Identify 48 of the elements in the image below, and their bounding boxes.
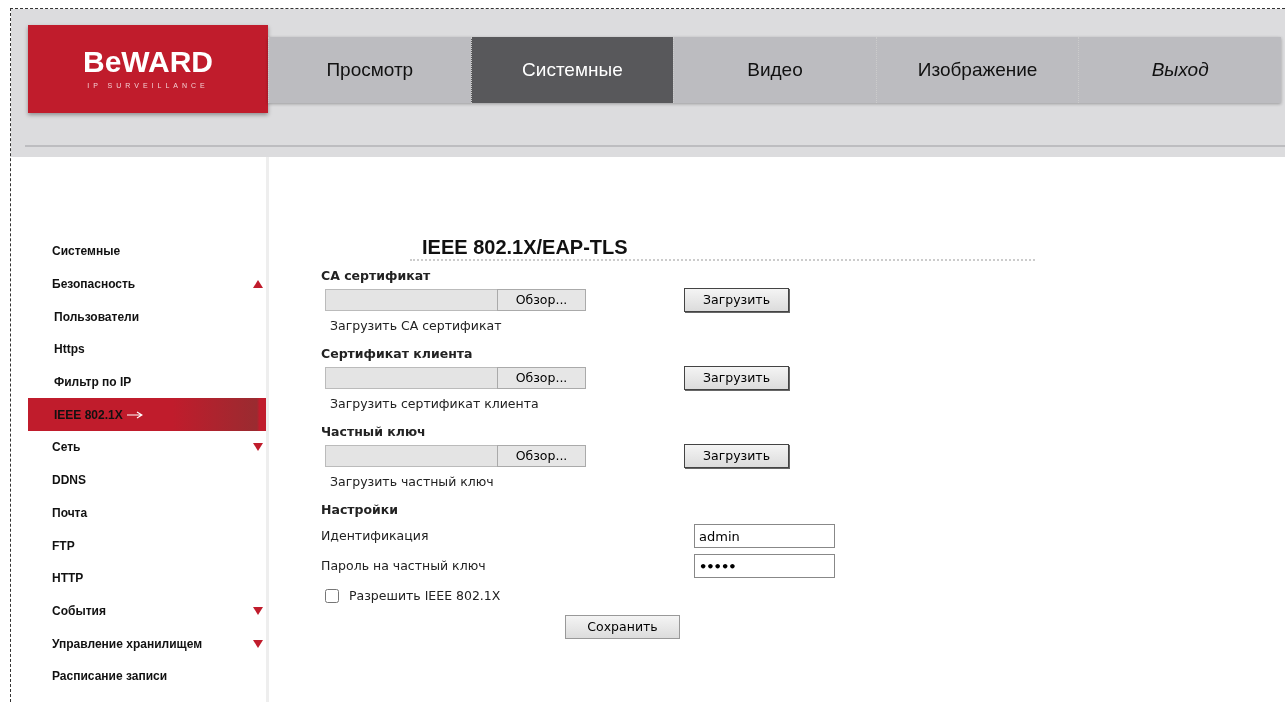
nav-tab[interactable]: Просмотр [268, 37, 471, 103]
arrow-icon [126, 410, 143, 419]
browse-button[interactable]: Обзор... [497, 445, 586, 467]
input-field[interactable]: admin [694, 524, 835, 548]
sidebar-item[interactable]: Расписание записи [28, 659, 266, 693]
hint-text: Загрузить CA сертификат [329, 317, 503, 335]
sidebar-item[interactable]: HTTP [28, 561, 266, 595]
sidebar-item[interactable]: Сеть [28, 431, 266, 464]
nav-tab[interactable]: Изображение [875, 37, 1079, 103]
expand-arrow-icon[interactable] [253, 606, 263, 615]
field-label: Пароль на частный ключ [321, 556, 487, 575]
nav-tab[interactable]: Системные [470, 37, 674, 103]
sidebar-item[interactable]: Фильтр по IP [28, 365, 266, 399]
password-field[interactable]: ••••• [694, 554, 835, 578]
upload-button[interactable]: Загрузить [684, 288, 789, 312]
collapse-arrow-icon[interactable] [253, 280, 263, 289]
file-path-field[interactable] [325, 289, 497, 311]
browse-button[interactable]: Обзор... [497, 367, 586, 389]
hint-text: Загрузить частный ключ [329, 473, 495, 491]
file-path-field[interactable] [325, 367, 497, 389]
checkbox-label: Разрешить IEEE 802.1X [349, 586, 501, 605]
sidebar-item[interactable]: Почта [28, 496, 266, 530]
brand-name: BeWARD [83, 46, 213, 77]
expand-arrow-icon[interactable] [253, 639, 263, 648]
section-heading: Сертификат клиента [321, 345, 474, 363]
sidebar-item[interactable]: FTP [28, 529, 266, 562]
browse-button[interactable]: Обзор... [497, 289, 586, 311]
section-heading: Частный ключ [321, 423, 427, 441]
sidebar-item[interactable]: Управление хранилищем [28, 627, 266, 660]
field-label: Идентификация [321, 526, 430, 545]
sidebar-item[interactable]: Https [28, 333, 266, 366]
sidebar-item[interactable]: DDNS [28, 463, 266, 497]
nav-tab[interactable]: Видео [673, 37, 876, 103]
upload-button[interactable]: Загрузить [684, 444, 789, 468]
save-button[interactable]: Сохранить [565, 615, 680, 639]
section-heading: Настройки [321, 501, 400, 519]
page-title: IEEE 802.1X/EAP-TLS [422, 237, 629, 257]
upload-button[interactable]: Загрузить [684, 366, 789, 390]
file-path-field[interactable] [325, 445, 497, 467]
sidebar-item[interactable]: Пользователи [28, 300, 266, 334]
logout-tab[interactable]: Выход [1078, 37, 1281, 103]
expand-arrow-icon[interactable] [253, 443, 263, 452]
sidebar-item[interactable]: Безопасность [28, 267, 266, 301]
section-heading: CA сертификат [321, 267, 432, 285]
hint-text: Загрузить сертификат клиента [329, 395, 540, 413]
sidebar-item[interactable]: Системные [28, 235, 266, 268]
sidebar-item[interactable]: События [28, 594, 266, 628]
checkbox[interactable] [325, 589, 339, 603]
